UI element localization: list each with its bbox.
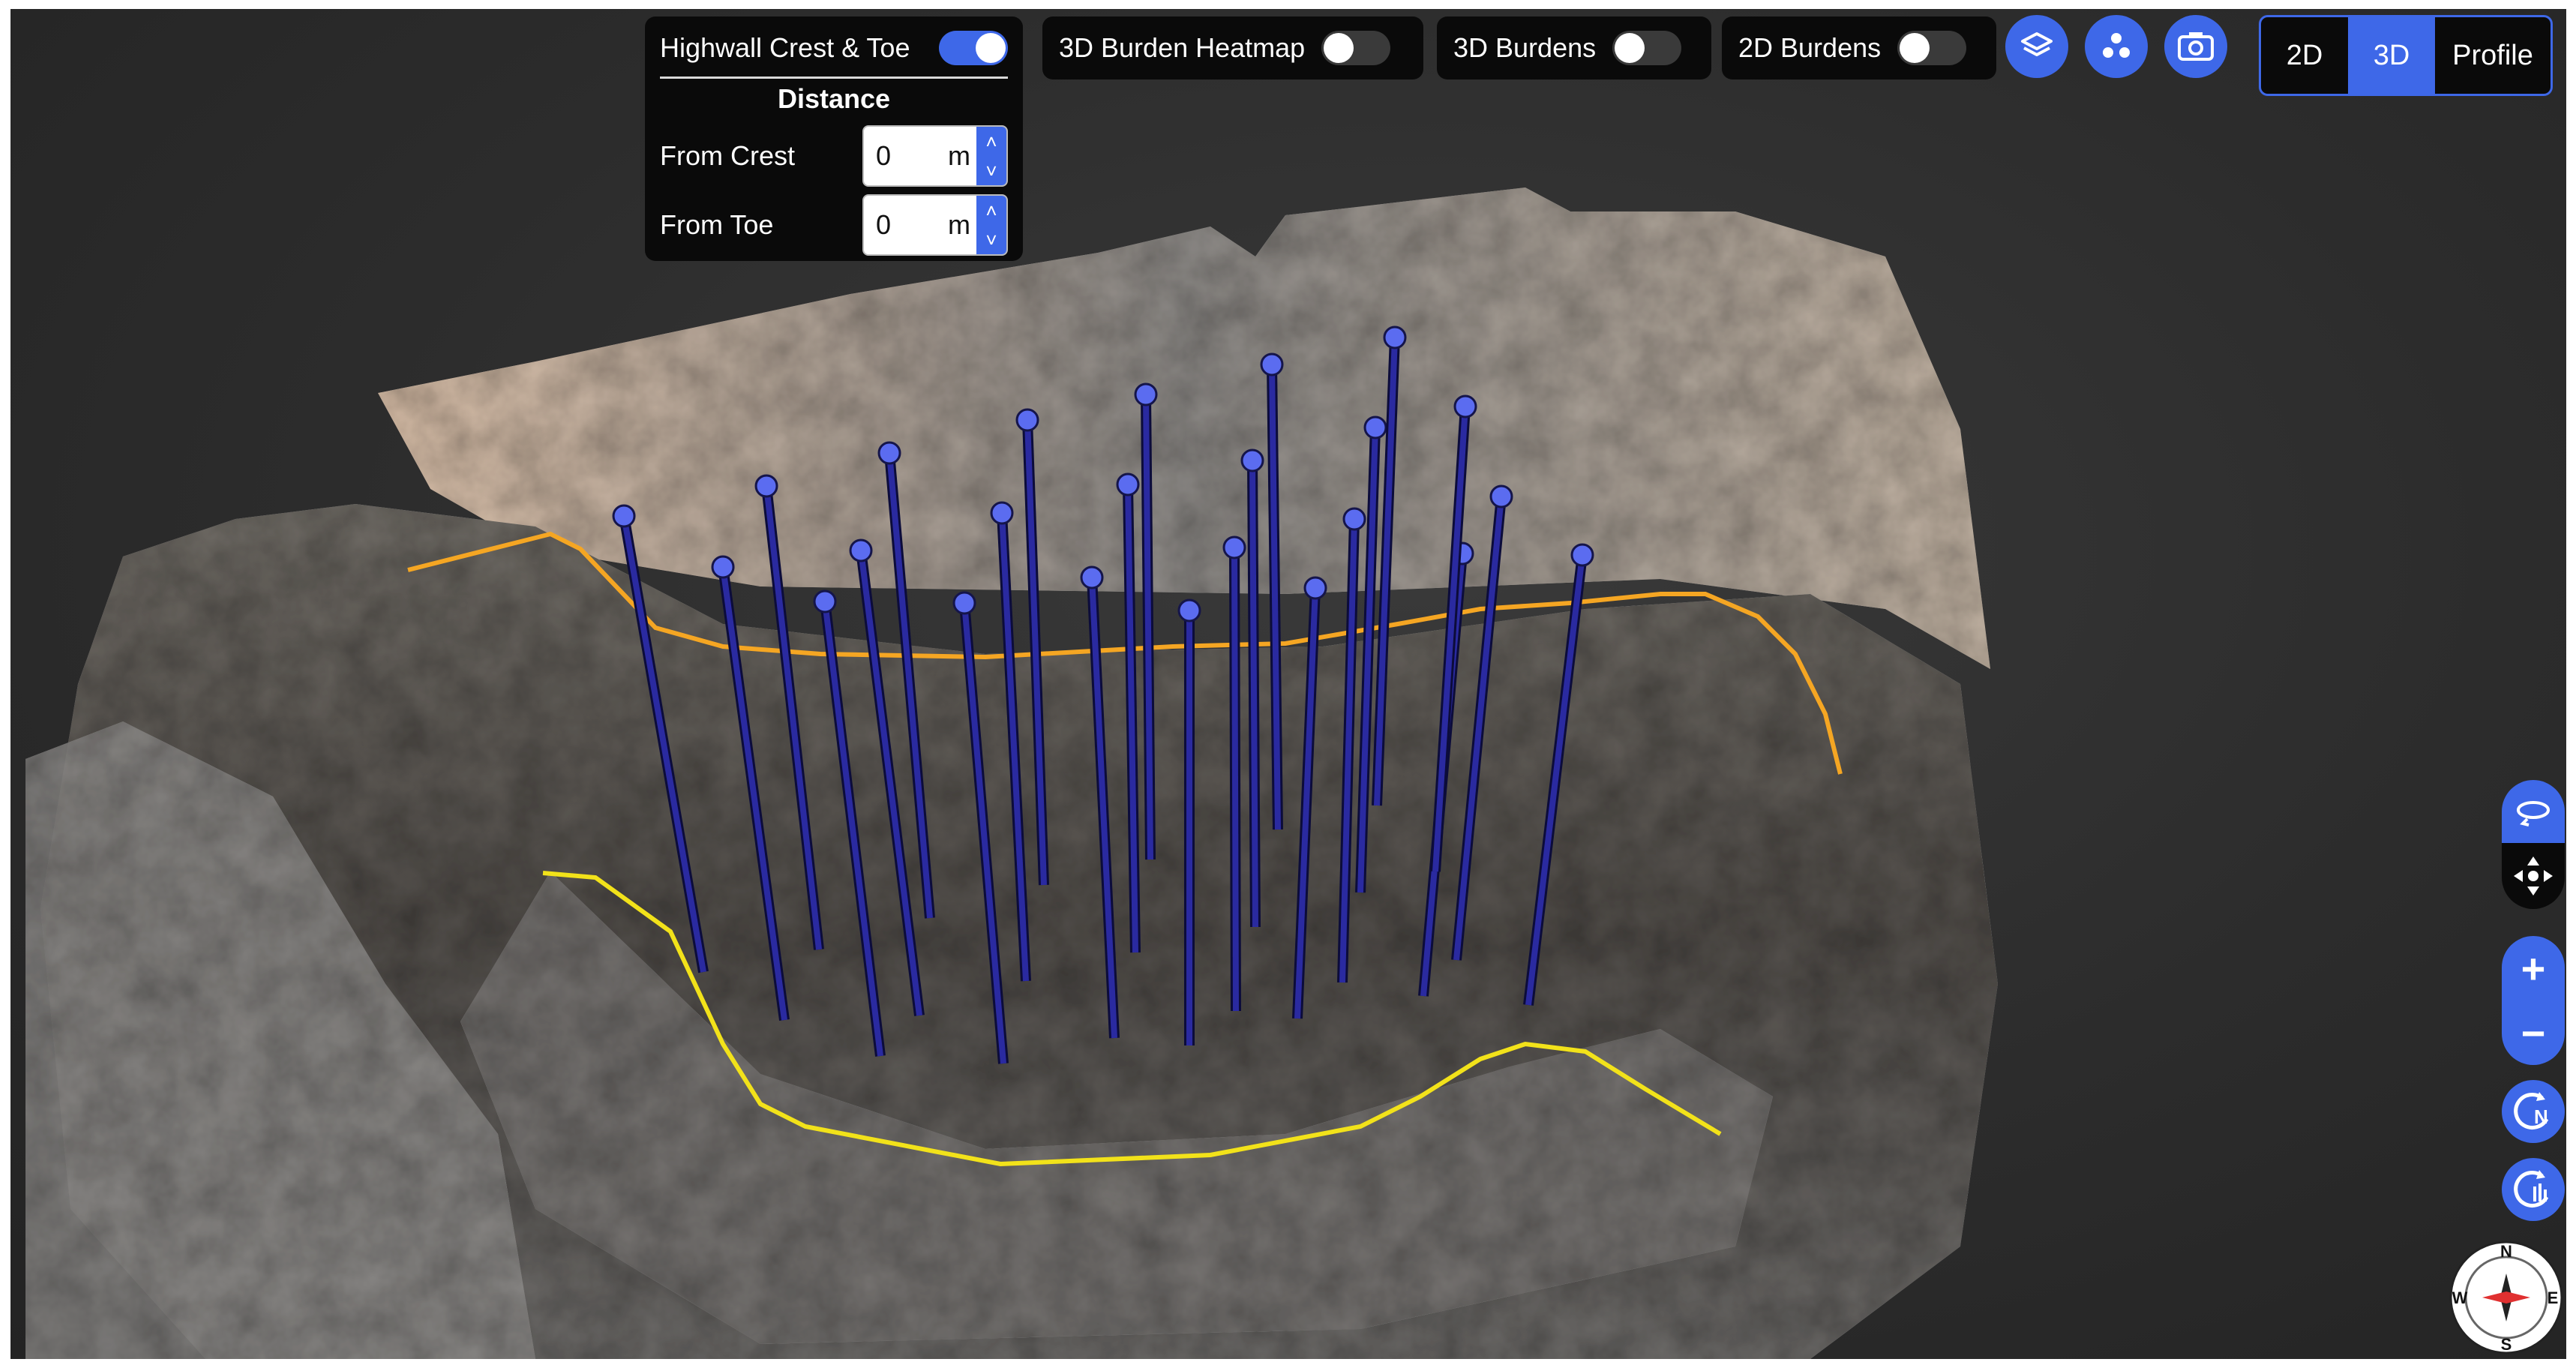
toggle-knob [1900,33,1930,63]
drill-hole-collar[interactable] [1177,598,1201,622]
rotate-icon [2514,1170,2549,1208]
distance-title: Distance [777,83,891,114]
drill-hole-collar[interactable] [1489,484,1513,508]
camera-icon [2178,32,2214,61]
pan-button[interactable] [2502,843,2565,909]
drill-hole-collar[interactable] [952,591,976,615]
drill-hole-collar[interactable] [813,590,837,614]
drill-hole-collar[interactable] [612,504,636,528]
drill-hole-collar[interactable] [1116,472,1140,496]
drill-hole-shaft [1249,460,1258,928]
3d-viewport[interactable]: Highwall Crest & Toe Distance From Crest… [10,9,2566,1359]
from-crest-row: From Crest 0 m ˄ ˅ [660,125,1008,187]
heatmap-toggle-panel: 3D Burden Heatmap [1042,16,1423,80]
pit-scene[interactable] [10,9,2566,1359]
drill-hole-collar[interactable] [754,474,778,498]
layers-button[interactable] [2005,15,2068,78]
drill-hole-collar[interactable] [711,555,735,579]
drill-hole-collar[interactable] [1134,382,1158,406]
burdens3d-label: 3D Burdens [1453,32,1597,63]
compass-s: S [2501,1335,2512,1354]
highwall-panel: Highwall Crest & Toe Distance From Crest… [645,16,1023,261]
compass-e: E [2548,1288,2559,1307]
from-crest-label: From Crest [660,140,795,171]
from-toe-row: From Toe 0 m ˄ ˅ [660,194,1008,256]
plus-icon[interactable]: + [2521,936,2546,1000]
view-2d-button[interactable]: 2D [2261,17,2348,94]
view-profile-button[interactable]: Profile [2435,17,2551,94]
burdens2d-toggle[interactable] [1897,31,1967,65]
drill-hole-collar[interactable] [877,441,901,465]
burdens2d-label: 2D Burdens [1738,32,1882,63]
zoom-control: + − [2502,936,2565,1065]
drill-hole-collar[interactable] [990,501,1014,525]
svg-text:N: N [2534,1106,2548,1128]
from-crest-field[interactable]: 0 m ˄ ˅ [862,125,1008,187]
drill-hole-collar[interactable] [1240,448,1264,472]
drill-hole-collar[interactable] [1342,507,1366,531]
drill-hole-collar[interactable] [1222,536,1246,560]
from-crest-unit: m [948,140,970,171]
drill-hole-collar[interactable] [1363,416,1387,440]
points-icon [2103,33,2130,58]
highwall-label: Highwall Crest & Toe [660,32,910,63]
highwall-toggle[interactable] [939,31,1008,65]
drill-hole-collar[interactable] [1303,576,1327,600]
chevron-up-icon[interactable]: ˄ [976,127,1006,156]
compass-n: N [2500,1242,2512,1261]
view-mode-toggle: 2D 3D Profile [2259,15,2553,96]
orbit-button[interactable] [2502,780,2565,843]
from-toe-label: From Toe [660,209,774,240]
rotate-button[interactable] [2502,1158,2565,1221]
drill-hole-collar[interactable] [1080,566,1104,590]
view-3d-button[interactable]: 3D [2348,17,2435,94]
compass[interactable]: N S E W [2448,1239,2565,1356]
from-crest-stepper[interactable]: ˄ ˅ [976,127,1006,185]
chevron-up-icon[interactable]: ˄ [976,196,1006,225]
camera-button[interactable] [2164,15,2227,78]
from-toe-input[interactable]: 0 [864,209,948,241]
drill-hole-collar[interactable] [849,538,873,562]
heatmap-toggle[interactable] [1321,31,1391,65]
chevron-down-icon[interactable]: ˅ [976,225,1006,254]
layers-icon [2021,32,2053,56]
divider [660,76,1008,79]
burdens2d-toggle-panel: 2D Burdens [1722,16,1996,80]
toggle-knob [976,33,1006,63]
drill-hole-collar[interactable] [1570,543,1594,567]
chevron-down-icon[interactable]: ˅ [976,156,1006,185]
toggle-knob [1324,33,1354,63]
drill-hole-shaft [1231,547,1239,1012]
heatmap-label: 3D Burden Heatmap [1059,32,1306,63]
from-crest-input[interactable]: 0 [864,140,948,172]
orbit-icon [2517,801,2550,826]
from-toe-field[interactable]: 0 m ˄ ˅ [862,194,1008,256]
minus-icon[interactable]: − [2521,1000,2546,1065]
pan-icon [2514,856,2553,896]
reset-north-button[interactable]: N [2502,1080,2565,1143]
compass-w: W [2452,1288,2468,1307]
burdens3d-toggle[interactable] [1612,31,1682,65]
from-toe-stepper[interactable]: ˄ ˅ [976,196,1006,254]
from-toe-unit: m [948,209,970,240]
drill-hole-collar[interactable] [1453,394,1477,418]
toggle-knob [1615,33,1645,63]
drill-hole-collar[interactable] [1260,352,1284,376]
drill-hole-collar[interactable] [1015,408,1039,432]
reset-north-icon: N [2514,1092,2549,1130]
drill-hole-collar[interactable] [1383,326,1407,350]
points-button[interactable] [2085,15,2148,78]
burdens3d-toggle-panel: 3D Burdens [1437,16,1711,80]
